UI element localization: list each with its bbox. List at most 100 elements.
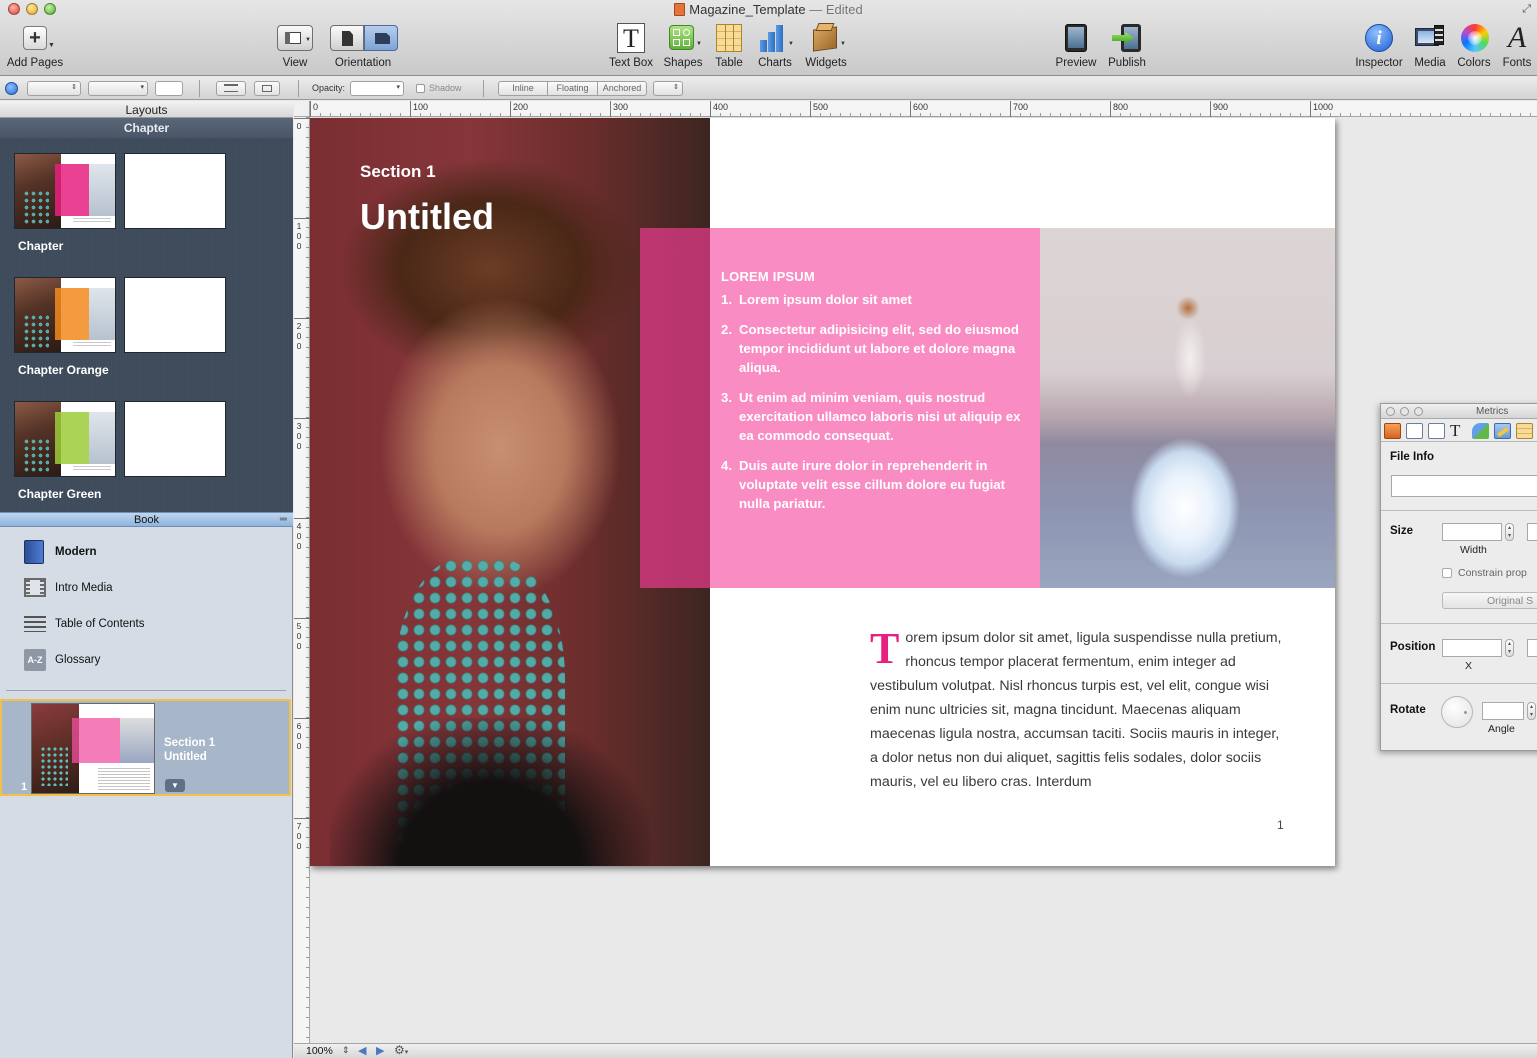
numbered-list[interactable]: 1. Lorem ipsum dolor sit amet 2. Consectet… [721,290,1026,524]
x-position-stepper[interactable]: ▴ ▾ [1505,639,1514,657]
style-popup[interactable]: ▾ [88,81,148,96]
publish-button[interactable]: Publish [1103,22,1151,69]
colors-button[interactable]: Colors [1454,22,1494,69]
add-pages-button[interactable]: + ▼ Add Pages [4,22,66,69]
text-inspector-icon[interactable]: T [1450,422,1467,439]
media-button[interactable]: Media [1409,22,1451,69]
fonts-button[interactable]: A Fonts [1498,22,1536,70]
thumbnail-photo [120,718,154,763]
zoom-popup[interactable]: 100% ⇕ [300,1045,350,1058]
book-item-modern[interactable]: Modern [22,539,282,567]
section-kicker[interactable]: Section 1 [360,162,436,182]
file-info-label: File Info [1390,451,1435,463]
orientation-label: Orientation [334,57,392,69]
book-icon [22,539,48,565]
constrain-checkbox[interactable] [1442,568,1452,578]
layout-chapter-green[interactable]: Chapter Green [14,401,229,511]
preview-button[interactable]: Preview [1053,22,1099,69]
list-text: Consectetur adipisicing elit, sed do eiu… [739,322,1019,375]
canvas[interactable]: 0 100 200 300 400 500 600 700 800 900 10… [294,101,1537,1043]
wrap-anchored-button[interactable]: Anchored [597,81,647,96]
book-item-label: Modern [55,546,97,558]
wrap-inspector-icon[interactable] [1428,423,1445,439]
width-field[interactable] [1442,523,1502,541]
ruler-label: 500 [813,102,829,112]
view-button[interactable]: ▼ View [270,22,320,69]
charts-button[interactable]: ▼ Charts [752,22,798,69]
layout-inspector-icon[interactable] [1406,423,1423,439]
wrap-floating-button[interactable]: Floating [547,81,598,96]
ruler-tick [1210,101,1211,117]
layout-chapter-orange[interactable]: Chapter Orange [14,277,229,387]
paragraph-style-icon[interactable] [5,82,18,95]
previous-page-icon[interactable]: ◀ [358,1044,366,1057]
thumbnail-accent [55,164,89,216]
sidebar: Layouts Chapter Chapter Chapter Orange C… [0,101,293,1058]
layer-popup[interactable]: ⇕ [27,81,81,96]
x-position-field[interactable] [1442,639,1502,657]
vertical-ruler[interactable] [294,117,310,1043]
zoom-panel-button[interactable] [1414,407,1423,416]
a-z-icon-text: A-Z [24,649,46,671]
book-item-glossary[interactable]: A-Z Glossary [22,647,282,675]
minimize-panel-button[interactable] [1400,407,1409,416]
shapes-label: Shapes [663,57,703,69]
action-gear-icon[interactable]: ⚙▾ [394,1043,408,1057]
graphic-inspector-icon[interactable] [1472,423,1489,439]
shadow-checkbox[interactable] [416,84,425,93]
rotate-label: Rotate [1390,704,1426,716]
close-panel-button[interactable] [1386,407,1395,416]
shapes-button[interactable]: ▼ Shapes [661,22,705,69]
y-position-field[interactable] [1527,639,1537,657]
section-disclosure-button[interactable]: ▼ [165,779,185,792]
body-text[interactable]: Torem ipsum dolor sit amet, ligula suspe… [870,626,1290,794]
wrap-inline-button[interactable]: Inline [498,81,548,96]
section-item[interactable]: Section 1 Untitled 1 ▼ [0,699,291,796]
chapter-category-bar: Chapter [0,118,293,138]
opacity-field[interactable]: ▾ [350,81,404,96]
thumbnail-accent [55,412,89,464]
layouts-panel: Chapter Chapter Chapter Orange Chapter G… [0,118,293,512]
metrics-title-bar[interactable]: Metrics [1381,404,1537,419]
original-size-button[interactable]: Original S [1442,592,1537,609]
file-info-field[interactable] [1391,475,1537,497]
layout-label: Chapter [18,239,64,253]
layouts-header: Layouts [0,101,293,118]
text-box-button[interactable]: T Text Box [604,22,658,69]
widgets-button[interactable]: ▼ Widgets [802,22,850,69]
adjust-button[interactable] [254,81,280,96]
book-item-table-of-contents[interactable]: Table of Contents [22,611,282,639]
document-inspector-icon[interactable] [1384,423,1401,439]
fill-color-well[interactable] [155,81,183,96]
list-number: 2. [721,322,732,337]
ruler-label: 400 [713,102,729,112]
metrics-inspector-icon[interactable] [1494,423,1511,439]
height-field[interactable] [1527,523,1537,541]
width-stepper[interactable]: ▴ ▾ [1505,523,1514,541]
info-icon: i [1363,22,1395,55]
resize-handle-icon[interactable]: ═ [280,513,287,527]
text-box-label: Text Box [608,57,654,69]
rotation-knob[interactable] [1441,696,1473,728]
wrap-options-popup[interactable]: ⇕ [653,81,683,96]
box-heading[interactable]: LOREM IPSUM [721,269,815,284]
book-header-label: Book [133,514,160,526]
chapter-title[interactable]: Untitled [360,196,494,238]
table-inspector-icon[interactable] [1516,423,1533,439]
landscape-orientation-icon[interactable] [364,25,398,51]
publish-icon [1111,22,1143,55]
section-thumbnail [31,703,155,794]
fullscreen-icon[interactable]: ⤢ [1522,3,1531,16]
stroke-button[interactable] [216,81,246,96]
table-button[interactable]: Table [708,22,750,69]
orientation-button[interactable]: Orientation [325,22,401,69]
portrait-orientation-icon[interactable] [330,25,364,51]
angle-stepper[interactable]: ▴ ▾ [1527,702,1536,720]
angle-field[interactable] [1482,702,1524,720]
list-number: 1. [721,292,732,307]
book-item-intro-media[interactable]: Intro Media [22,575,282,603]
inspector-button[interactable]: i Inspector [1352,22,1406,69]
next-page-icon[interactable]: ▶ [376,1044,384,1057]
book-page[interactable]: Section 1 Untitled LOREM IPSUM 1. Lorem i… [310,118,1335,866]
layout-chapter[interactable]: Chapter [14,153,229,263]
